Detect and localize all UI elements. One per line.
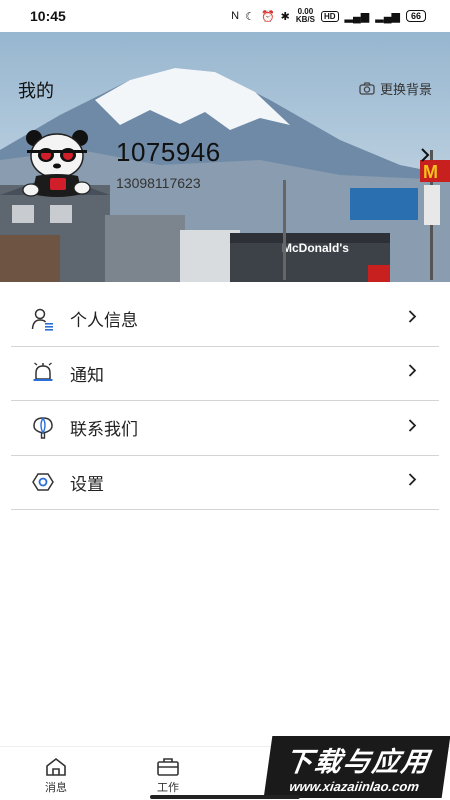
profile-detail-arrow[interactable] [420,146,430,169]
menu-item-label: 联系我们 [70,420,138,440]
chevron-right-icon [421,148,430,162]
profile-header-background: McDonald's M 我的 更换背景 1075946 13098117623 [0,0,450,282]
menu-item-contact-us[interactable]: 联系我们 [11,401,439,456]
status-time: 10:45 [30,8,66,24]
network-speed: 0.00 KB/S [296,8,315,24]
menu-item-settings[interactable]: 设置 [11,456,439,510]
home-indicator[interactable] [150,795,300,799]
menu-item-label: 通知 [70,365,104,385]
chevron-right-icon [408,364,417,383]
tab-work[interactable]: 工作 [112,747,224,800]
user-id: 1075946 [116,137,221,167]
mcdonalds-sign: McDonald's [282,241,349,255]
network-speed-unit: KB/S [295,15,315,24]
user-phone: 13098117623 [116,175,201,191]
settings-icon [30,469,56,495]
status-icons: N ☾ ⏰ ✱ 0.00 KB/S HD ▂▄▆ ▂▄▆ 66 [231,8,426,24]
chevron-right-icon [408,418,417,437]
tab-messages[interactable]: 消息 [0,747,112,800]
tab-label: 消息 [45,782,67,794]
change-background-button[interactable]: 更换背景 [359,79,432,98]
chevron-right-icon [408,473,417,492]
status-bar: 10:45 N ☾ ⏰ ✱ 0.00 KB/S HD ▂▄▆ ▂▄▆ 66 [0,0,450,32]
nfc-icon: N [231,10,240,22]
home-icon [46,757,66,776]
menu-item-label: 个人信息 [70,311,138,331]
change-background-label: 更换背景 [379,82,432,97]
avatar[interactable] [22,128,96,200]
menu-item-label: 设置 [70,474,104,494]
bluetooth-icon: ✱ [280,10,290,23]
tab-label: 工作 [157,782,179,794]
menu-item-notifications[interactable]: 通知 [11,347,439,401]
signal-icon: ▂▄▆ [344,10,370,23]
alarm-icon: ⏰ [260,10,275,23]
hd-badge: HD [320,10,339,22]
balloon-icon [30,415,56,441]
menu-item-personal-info[interactable]: 个人信息 [11,292,439,347]
signal-icon-2: ▂▄▆ [375,10,400,23]
chevron-right-icon [408,309,417,328]
watermark-title: 下载与应用 [283,747,433,777]
bell-icon [30,360,56,386]
battery-icon: 66 [405,10,426,22]
briefcase-icon [157,758,179,776]
moon-icon: ☾ [245,10,255,23]
site-watermark: 下载与应用 www.xiazaiinlao.com [263,736,450,798]
watermark-url: www.xiazaiinlao.com [288,779,421,794]
camera-icon [359,82,375,95]
user-info-icon [30,306,56,332]
settings-menu: 个人信息 通知 联系我们 设置 [11,292,439,510]
page-title: 我的 [18,81,54,101]
